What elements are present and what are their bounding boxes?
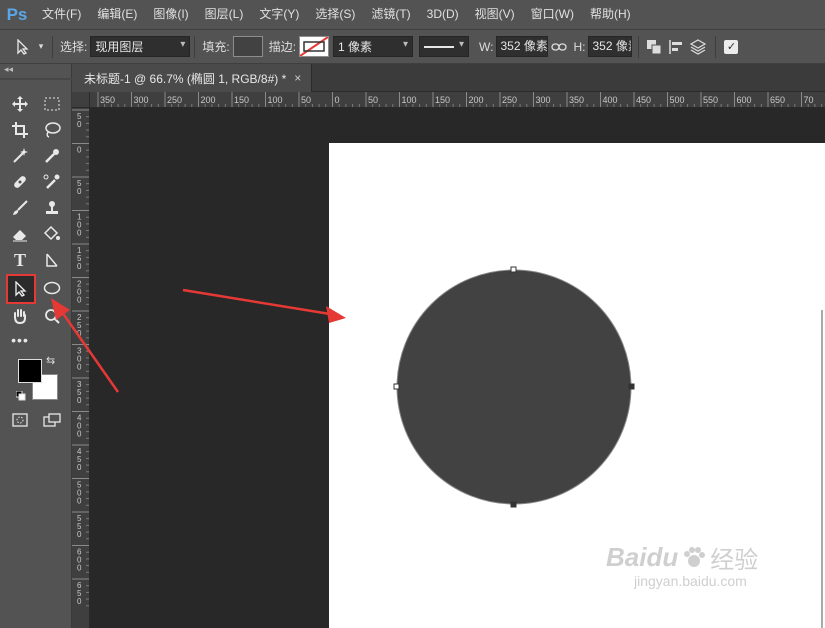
watermark-url: jingyan.baidu.com — [634, 573, 747, 589]
annotation-arrow-up-icon — [51, 298, 120, 393]
anchor-point-left[interactable] — [393, 383, 400, 390]
overlay-layer — [51, 266, 823, 628]
watermark: Baidu 经验 jingyan.baidu.com — [606, 540, 758, 589]
anchor-point-right[interactable] — [628, 383, 635, 390]
ellipse-shape[interactable] — [396, 269, 632, 505]
paw-logo-icon — [684, 546, 706, 567]
anchor-point-bottom[interactable] — [510, 501, 517, 508]
watermark-brand: Baidu — [606, 542, 679, 572]
watermark-brand-cn: 经验 — [710, 547, 759, 574]
annotation-arrow-right-icon — [182, 288, 346, 323]
anchor-point-top[interactable] — [510, 266, 517, 273]
